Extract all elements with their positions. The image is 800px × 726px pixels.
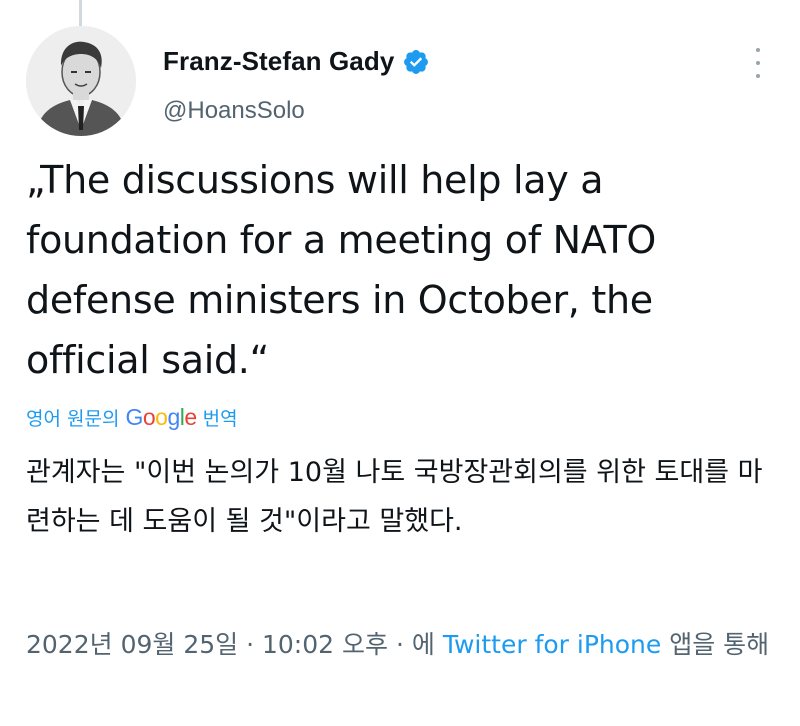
translation-suffix: 번역 xyxy=(202,408,238,430)
thread-connector-line xyxy=(79,0,82,26)
tweet-metadata: 2022년 09월 25일 · 10:02 오후 · 에 Twitter for… xyxy=(26,624,786,665)
client-link[interactable]: Twitter for iPhone xyxy=(443,630,661,659)
avatar[interactable] xyxy=(26,26,136,136)
google-logo-letter: o xyxy=(155,404,168,430)
translated-text: 관계자는 "이번 논의가 10월 나토 국방장관회의를 위한 토대를 마련하는 … xyxy=(26,457,763,537)
tweet-date[interactable]: 2022년 09월 25일 xyxy=(26,630,238,659)
translation-prefix: 영어 원문의 xyxy=(26,408,120,430)
via-prefix: 에 xyxy=(411,630,435,659)
more-options-icon[interactable] xyxy=(752,48,764,78)
via-suffix: 앱을 통해 xyxy=(669,630,770,659)
tweet-time[interactable]: 10:02 오후 xyxy=(262,630,388,659)
translated-by-google-link[interactable]: 영어 원문의 Google 번역 xyxy=(26,404,238,431)
separator: · xyxy=(246,630,255,659)
google-logo-letter: G xyxy=(125,404,143,430)
google-logo-letter: e xyxy=(184,404,197,430)
verified-badge-icon xyxy=(402,48,430,76)
author-name[interactable]: Franz-Stefan Gady xyxy=(163,46,394,77)
google-logo: Google xyxy=(125,404,197,431)
separator: · xyxy=(395,630,404,659)
author-name-row: Franz-Stefan Gady xyxy=(163,46,430,77)
tweet-text: „The discussions will help lay a foundat… xyxy=(26,158,656,382)
avatar-portrait-icon xyxy=(26,26,136,136)
google-logo-letter: o xyxy=(142,404,156,430)
author-handle[interactable]: @HoansSolo xyxy=(163,97,305,125)
google-logo-letter: g xyxy=(167,404,180,430)
